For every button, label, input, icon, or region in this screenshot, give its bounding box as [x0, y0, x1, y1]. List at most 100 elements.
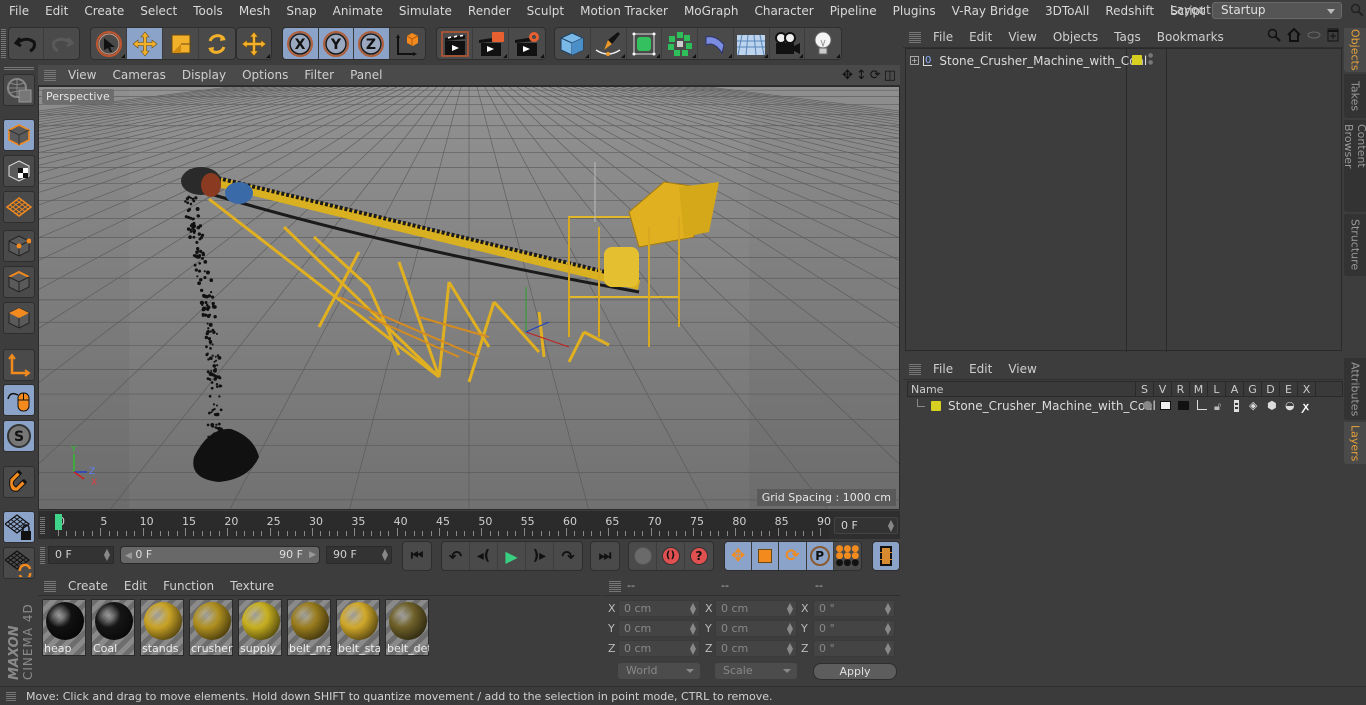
- end-frame-field[interactable]: 90 F ▲ ▼: [326, 546, 392, 564]
- playhead[interactable]: [55, 514, 62, 530]
- visible-eye-icon[interactable]: [1160, 401, 1171, 410]
- points-mode-button[interactable]: [3, 230, 35, 262]
- menu-file[interactable]: File: [0, 4, 36, 18]
- solo-button[interactable]: S: [3, 420, 35, 452]
- camera-button[interactable]: [770, 28, 806, 59]
- play-button[interactable]: ▶: [498, 542, 526, 570]
- object-menu-tags[interactable]: Tags: [1106, 30, 1149, 44]
- workplane-mode-button[interactable]: [3, 191, 35, 223]
- toolbar-grip[interactable]: [1, 28, 6, 58]
- tab-content-browser[interactable]: Content Browser: [1342, 120, 1366, 212]
- solo-dot-icon[interactable]: [1143, 401, 1152, 410]
- menu-mesh[interactable]: Mesh: [230, 4, 278, 18]
- object-name[interactable]: Stone_Crusher_Machine_with_Coal: [939, 54, 1147, 68]
- xref-icon[interactable]: ꭗ: [1303, 399, 1309, 414]
- goto-start-button[interactable]: ⏮: [403, 542, 431, 570]
- material-menu-create[interactable]: Create: [60, 579, 116, 593]
- column-xref[interactable]: X: [1297, 382, 1315, 397]
- panel-grip[interactable]: [44, 69, 56, 81]
- key-pla-button[interactable]: ●●● ●●● ●●●: [834, 542, 861, 570]
- pan-view-icon[interactable]: ✥: [842, 68, 853, 83]
- panel-grip[interactable]: [909, 30, 921, 43]
- polygons-mode-button[interactable]: [3, 302, 35, 334]
- tweak-mode-button[interactable]: [3, 384, 35, 416]
- render-clapboard-icon[interactable]: [1178, 401, 1189, 410]
- search-icon[interactable]: [1267, 28, 1281, 42]
- panel-grip[interactable]: [44, 579, 56, 592]
- pen-spline-button[interactable]: [591, 28, 627, 59]
- render-view-button[interactable]: [437, 28, 473, 59]
- size-z-field[interactable]: 0 cm ▲ ▼: [715, 640, 797, 657]
- position-z-field[interactable]: 0 cm ▲ ▼: [618, 640, 700, 657]
- deformer-button[interactable]: [698, 28, 734, 59]
- lock-workplane-button[interactable]: [3, 511, 35, 543]
- expression-icon[interactable]: ◒: [1285, 399, 1295, 412]
- deformer-icon[interactable]: ⬢: [1267, 399, 1277, 412]
- menu-pipeline[interactable]: Pipeline: [821, 4, 884, 18]
- spinner-icon[interactable]: ▲ ▼: [104, 548, 110, 562]
- 3d-viewport[interactable]: Y Z X Perspective Grid Spacing : 1000 cm: [38, 86, 900, 510]
- rotation-h-field[interactable]: 0 ° ▲ ▼: [813, 600, 895, 617]
- home-icon[interactable]: [1287, 28, 1301, 42]
- key-scale-button[interactable]: [752, 542, 780, 570]
- spinner-icon[interactable]: ▲ ▼: [382, 548, 388, 562]
- range-left-arrow-icon[interactable]: ◀: [125, 551, 132, 561]
- column-visible[interactable]: V: [1153, 382, 1171, 397]
- key-position-button[interactable]: ✥: [725, 542, 753, 570]
- menu-plugins[interactable]: Plugins: [884, 4, 943, 18]
- spinner-icon[interactable]: ▲ ▼: [885, 642, 891, 656]
- redo-button[interactable]: [44, 28, 79, 59]
- spinner-icon[interactable]: ▲ ▼: [690, 622, 696, 636]
- make-editable-button[interactable]: [3, 74, 35, 106]
- material-menu-edit[interactable]: Edit: [116, 579, 155, 593]
- viewport-menu-filter[interactable]: Filter: [296, 68, 342, 82]
- layer-name[interactable]: Stone_Crusher_Machine_with_Coal: [948, 399, 1156, 413]
- menu-vray-bridge[interactable]: V-Ray Bridge: [943, 4, 1036, 18]
- object-menu-objects[interactable]: Objects: [1045, 30, 1106, 44]
- spinner-icon[interactable]: ▲ ▼: [888, 519, 894, 533]
- menu-edit[interactable]: Edit: [36, 4, 75, 18]
- layout-dropdown[interactable]: Startup: [1212, 2, 1342, 19]
- spinner-icon[interactable]: ▲ ▼: [690, 642, 696, 656]
- menu-snap[interactable]: Snap: [277, 4, 323, 18]
- material-belt-ma[interactable]: belt_ma: [287, 599, 331, 656]
- light-button[interactable]: [805, 28, 841, 59]
- layer-row[interactable]: Stone_Crusher_Machine_with_Coal 🔓︎ ◈ ⬢ ◒…: [907, 398, 1343, 414]
- render-settings-button[interactable]: [509, 28, 545, 59]
- live-selection-button[interactable]: [91, 28, 127, 59]
- tab-objects[interactable]: Objects: [1344, 28, 1366, 72]
- snap-button[interactable]: [3, 466, 35, 498]
- menu-create[interactable]: Create: [75, 4, 131, 18]
- rotation-b-field[interactable]: 0 ° ▲ ▼: [813, 640, 895, 657]
- timeline-ruler[interactable]: 051015202530354045505560657075808590: [50, 511, 831, 539]
- column-solo[interactable]: S: [1135, 382, 1153, 397]
- material-supply[interactable]: supply: [238, 599, 282, 656]
- column-deformers[interactable]: D: [1261, 382, 1279, 397]
- tab-layers[interactable]: Layers: [1344, 422, 1366, 464]
- tab-structure[interactable]: Structure: [1344, 214, 1366, 276]
- menu-redshift[interactable]: Redshift: [1096, 4, 1161, 18]
- menu-simulate[interactable]: Simulate: [390, 4, 459, 18]
- menu-character[interactable]: Character: [745, 4, 820, 18]
- panel-grip[interactable]: [40, 546, 45, 564]
- column-expressions[interactable]: E: [1279, 382, 1297, 397]
- next-frame-button[interactable]: )▸: [526, 542, 554, 570]
- search-icon[interactable]: [1350, 3, 1364, 17]
- column-manager[interactable]: M: [1189, 382, 1207, 397]
- prev-frame-button[interactable]: ◂(: [470, 542, 498, 570]
- layer-menu-file[interactable]: File: [925, 362, 961, 376]
- workplane-align-button[interactable]: [3, 547, 35, 579]
- layer-color-swatch[interactable]: [1132, 55, 1142, 65]
- column-name[interactable]: Name: [911, 382, 943, 397]
- toolbar-grip[interactable]: [4, 66, 34, 70]
- object-menu-view[interactable]: View: [1000, 30, 1044, 44]
- move-tool-button[interactable]: [127, 28, 163, 59]
- material-crusher[interactable]: crusher: [189, 599, 233, 656]
- tab-attributes[interactable]: Attributes: [1344, 358, 1366, 420]
- menu-motion-tracker[interactable]: Motion Tracker: [571, 4, 675, 18]
- next-key-button[interactable]: ↷: [554, 542, 582, 570]
- panel-grip[interactable]: [609, 580, 621, 592]
- spinner-icon[interactable]: ▲ ▼: [885, 602, 891, 616]
- viewport-menu-view[interactable]: View: [60, 68, 104, 82]
- position-y-field[interactable]: 0 cm ▲ ▼: [618, 620, 700, 637]
